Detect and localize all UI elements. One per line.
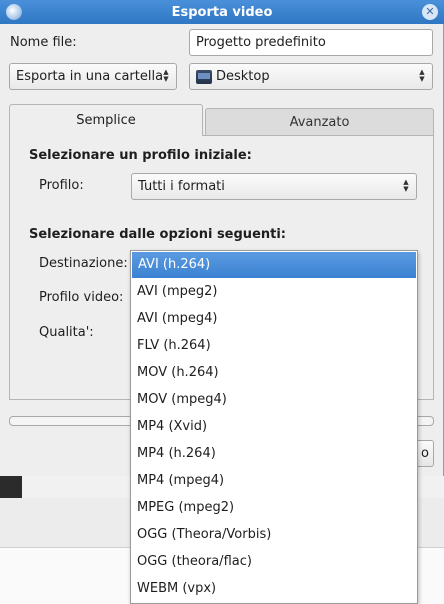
dropdown-option[interactable]: FLV (h.264) xyxy=(131,332,417,359)
file-name-label: Nome file: xyxy=(10,35,77,50)
dropdown-option[interactable]: MP4 (Xvid) xyxy=(131,413,417,440)
options-heading: Selezionare dalle opzioni seguenti: xyxy=(29,227,287,242)
dropdown-option[interactable]: OGG (theora/flac) xyxy=(131,548,417,575)
dropdown-option[interactable]: MOV (h.264) xyxy=(131,359,417,386)
export-mode-value: Esporta in una cartella xyxy=(16,69,164,84)
video-profile-label: Profilo video: xyxy=(39,290,124,305)
file-name-input[interactable] xyxy=(189,29,433,56)
tab-simple[interactable]: Semplice xyxy=(9,104,203,136)
destination-label: Destinazione: xyxy=(39,256,128,271)
updown-arrows-icon: ▲ ▼ xyxy=(419,68,425,83)
folder-icon xyxy=(196,69,212,84)
dropdown-option[interactable]: MPEG (mpeg2) xyxy=(131,494,417,521)
quality-label: Qualita': xyxy=(39,325,94,340)
dropdown-option[interactable]: MP4 (h.264) xyxy=(131,440,417,467)
window-title: Esporta video xyxy=(171,4,273,20)
dropdown-option[interactable]: MP4 (mpeg4) xyxy=(131,467,417,494)
dropdown-option[interactable]: AVI (mpeg2) xyxy=(131,278,417,305)
title-bar[interactable]: Esporta video ✕ xyxy=(0,0,444,24)
profile-label: Profilo: xyxy=(39,178,84,193)
dropdown-option[interactable]: WEBM (vpx) xyxy=(131,575,417,602)
dropdown-option[interactable]: MOV (mpeg4) xyxy=(131,386,417,413)
dropdown-option[interactable]: AVI (mpeg4) xyxy=(131,305,417,332)
dropdown-option[interactable]: OGG (Theora/Vorbis) xyxy=(131,521,417,548)
profile-select[interactable]: Tutti i formati ▲ ▼ xyxy=(131,173,417,200)
close-icon[interactable]: ✕ xyxy=(422,4,438,20)
destination-dropdown-list: AVI (h.264) AVI (mpeg2) AVI (mpeg4) FLV (h.… xyxy=(130,250,418,604)
folder-value: Desktop xyxy=(216,69,270,84)
tab-advanced[interactable]: Avanzato xyxy=(205,108,434,136)
dropdown-option[interactable]: AVI (h.264) xyxy=(132,252,416,278)
background-dark-block xyxy=(0,476,22,498)
profile-value: Tutti i formati xyxy=(138,179,225,194)
initial-profile-heading: Selezionare un profilo iniziale: xyxy=(29,148,252,163)
updown-arrows-icon: ▲ ▼ xyxy=(403,178,409,193)
folder-select[interactable]: Desktop ▲ ▼ xyxy=(189,63,433,90)
export-mode-select[interactable]: Esporta in una cartella ▲ ▼ xyxy=(9,63,177,90)
updown-arrows-icon: ▲ ▼ xyxy=(163,68,169,83)
app-icon xyxy=(6,4,22,20)
